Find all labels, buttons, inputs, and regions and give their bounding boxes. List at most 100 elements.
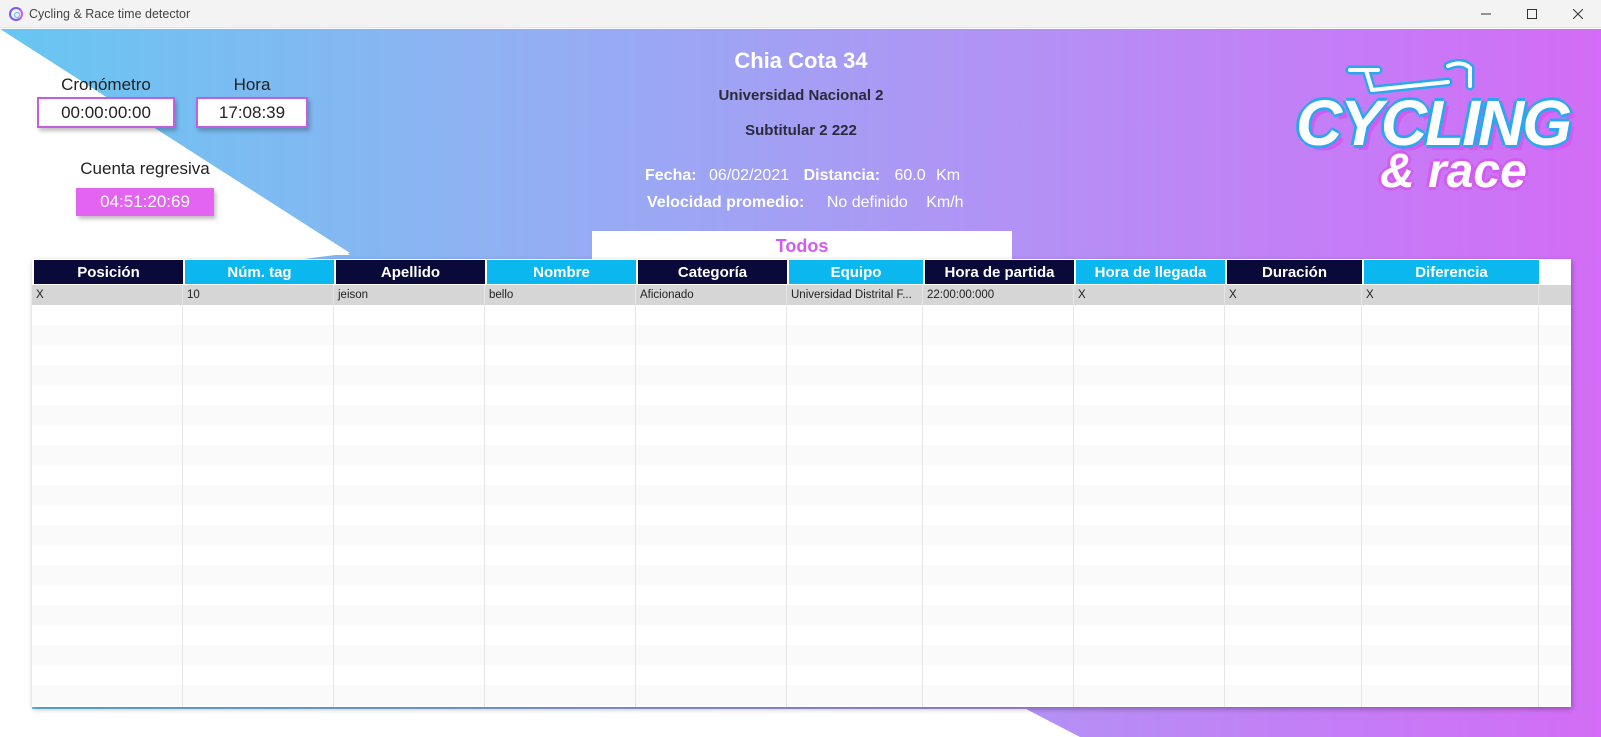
empty-cell bbox=[1364, 705, 1539, 707]
column-header[interactable]: Hora de llegada bbox=[1076, 260, 1225, 284]
empty-cell bbox=[1076, 425, 1225, 445]
table-cell: bello bbox=[487, 285, 636, 305]
empty-cell bbox=[1227, 385, 1362, 405]
empty-cell bbox=[487, 585, 636, 605]
empty-cell bbox=[487, 445, 636, 465]
empty-cell bbox=[789, 585, 923, 605]
column-header[interactable]: Duración bbox=[1227, 260, 1362, 284]
countdown-label: Cuenta regresiva bbox=[80, 159, 210, 178]
column-header[interactable]: Hora de partida bbox=[925, 260, 1074, 284]
empty-cell bbox=[1364, 565, 1539, 585]
empty-cell bbox=[925, 485, 1074, 505]
filter-tab-all[interactable]: Todos bbox=[592, 231, 1012, 261]
empty-cell bbox=[487, 605, 636, 625]
empty-cell bbox=[789, 305, 923, 325]
empty-table-row bbox=[32, 305, 1571, 325]
empty-table-row bbox=[32, 705, 1571, 707]
empty-table-row bbox=[32, 665, 1571, 685]
empty-cell bbox=[789, 465, 923, 485]
empty-cell bbox=[1364, 345, 1539, 365]
empty-cell bbox=[1364, 645, 1539, 665]
empty-cell bbox=[925, 385, 1074, 405]
empty-cell bbox=[1076, 405, 1225, 425]
empty-cell bbox=[34, 625, 183, 645]
empty-cell bbox=[487, 405, 636, 425]
empty-cell bbox=[336, 585, 485, 605]
column-header[interactable]: Diferencia bbox=[1364, 260, 1539, 284]
empty-cell bbox=[487, 305, 636, 325]
empty-cell bbox=[1364, 425, 1539, 445]
empty-cell bbox=[487, 365, 636, 385]
column-header[interactable]: Apellido bbox=[336, 260, 485, 284]
column-header[interactable]: Equipo bbox=[789, 260, 923, 284]
empty-cell bbox=[487, 565, 636, 585]
empty-cell bbox=[789, 665, 923, 685]
empty-cell bbox=[34, 345, 183, 365]
table-cell: X bbox=[1076, 285, 1225, 305]
table-row[interactable]: X 10 jeison bello Aficionado Universidad Dist… bbox=[32, 285, 1571, 305]
empty-cell bbox=[1364, 545, 1539, 565]
empty-cell bbox=[925, 665, 1074, 685]
empty-cell bbox=[1076, 305, 1225, 325]
empty-cell bbox=[1227, 625, 1362, 645]
empty-cell bbox=[487, 625, 636, 645]
column-header[interactable]: Núm. tag bbox=[185, 260, 334, 284]
empty-table-row bbox=[32, 405, 1571, 425]
empty-cell bbox=[336, 485, 485, 505]
minimize-button[interactable] bbox=[1463, 0, 1509, 28]
empty-cell bbox=[487, 645, 636, 665]
empty-cell bbox=[925, 625, 1074, 645]
empty-cell bbox=[789, 425, 923, 445]
empty-table-row bbox=[32, 525, 1571, 545]
empty-cell bbox=[185, 545, 334, 565]
column-header[interactable]: Posición bbox=[34, 260, 183, 284]
window-controls bbox=[1463, 0, 1601, 28]
countdown-display: 04:51:20:69 bbox=[76, 188, 214, 216]
empty-table-row bbox=[32, 325, 1571, 345]
close-button[interactable] bbox=[1555, 0, 1601, 28]
column-header[interactable]: Categoría bbox=[638, 260, 787, 284]
empty-cell bbox=[34, 585, 183, 605]
empty-cell bbox=[185, 685, 334, 705]
empty-cell bbox=[185, 645, 334, 665]
empty-cell bbox=[1364, 305, 1539, 325]
empty-table-row bbox=[32, 345, 1571, 365]
empty-cell bbox=[34, 485, 183, 505]
empty-cell bbox=[1227, 345, 1362, 365]
empty-cell bbox=[336, 665, 485, 685]
empty-table-row bbox=[32, 485, 1571, 505]
empty-cell bbox=[487, 665, 636, 685]
empty-cell bbox=[336, 565, 485, 585]
column-header[interactable]: Nombre bbox=[487, 260, 636, 284]
empty-cell bbox=[925, 605, 1074, 625]
empty-cell bbox=[1227, 365, 1362, 385]
date-value: 06/02/2021 bbox=[709, 167, 790, 184]
empty-cell bbox=[638, 525, 787, 545]
empty-cell bbox=[34, 545, 183, 565]
empty-cell bbox=[34, 405, 183, 425]
distance-unit: Km bbox=[936, 167, 961, 184]
empty-cell bbox=[1227, 665, 1362, 685]
maximize-button[interactable] bbox=[1509, 0, 1555, 28]
empty-cell bbox=[1227, 425, 1362, 445]
empty-cell bbox=[1364, 605, 1539, 625]
empty-cell bbox=[1227, 465, 1362, 485]
table-header: Posición Núm. tag Apellido Nombre Categoría E… bbox=[32, 259, 1571, 285]
empty-cell bbox=[34, 305, 183, 325]
empty-table-row bbox=[32, 465, 1571, 485]
empty-cell bbox=[1076, 605, 1225, 625]
empty-cell bbox=[185, 445, 334, 465]
empty-cell bbox=[1227, 585, 1362, 605]
empty-cell bbox=[638, 585, 787, 605]
empty-cell bbox=[638, 705, 787, 707]
empty-cell bbox=[336, 385, 485, 405]
empty-cell bbox=[1076, 365, 1225, 385]
minimize-icon bbox=[1481, 13, 1491, 15]
empty-cell bbox=[34, 445, 183, 465]
empty-cell bbox=[1364, 465, 1539, 485]
empty-cell bbox=[1227, 705, 1362, 707]
empty-cell bbox=[925, 325, 1074, 345]
results-table: Posición Núm. tag Apellido Nombre Categoría E… bbox=[32, 259, 1571, 707]
empty-cell bbox=[487, 685, 636, 705]
empty-cell bbox=[638, 545, 787, 565]
